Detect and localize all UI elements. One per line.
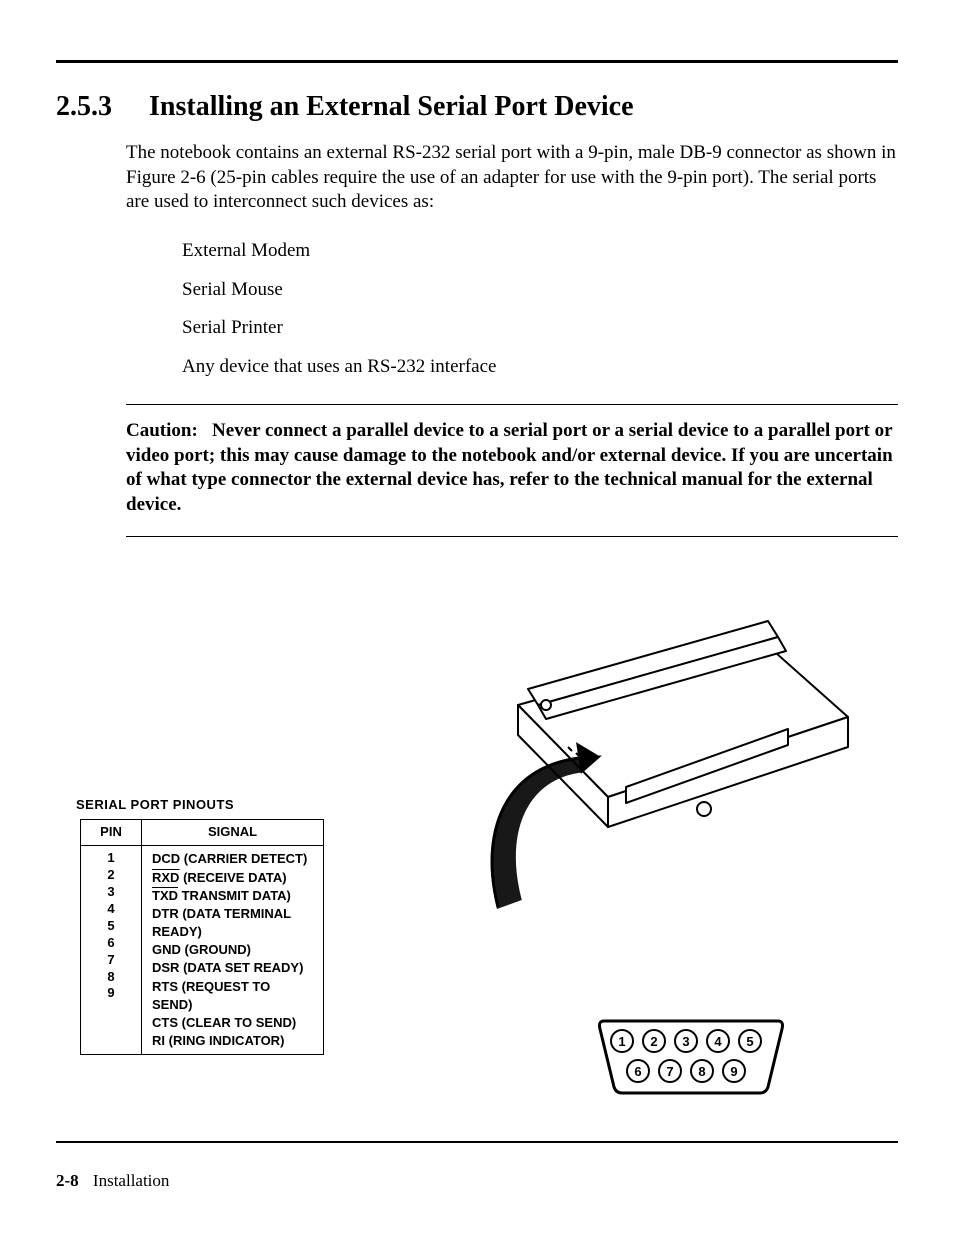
pinout-pin-col: 123 456 789 <box>81 846 142 1055</box>
list-item: Serial Mouse <box>182 278 898 303</box>
svg-text:2: 2 <box>650 1034 657 1049</box>
figure-area: SERIAL PORT PINOUTS PIN SIGNAL 123 456 7… <box>126 597 898 1097</box>
page-footer: 2-8 Installation <box>56 1171 169 1191</box>
svg-text:9: 9 <box>730 1064 737 1079</box>
footer-label: Installation <box>93 1171 169 1190</box>
list-item: Any device that uses an RS-232 interface <box>182 355 898 380</box>
pinout-header-pin: PIN <box>81 820 142 846</box>
bottom-rule <box>56 1141 898 1143</box>
list-item: Serial Printer <box>182 316 898 341</box>
pinout-header-signal: SIGNAL <box>142 820 324 846</box>
pinout-signal-col: DCD (CARRIER DETECT)RXD (RECEIVE DATA)TX… <box>142 846 324 1055</box>
db9-connector-icon: 1 2 3 4 5 6 7 8 9 <box>596 1017 786 1097</box>
svg-text:5: 5 <box>746 1034 753 1049</box>
caution-text: Never connect a parallel device to a ser… <box>126 420 893 515</box>
pinout-title: SERIAL PORT PINOUTS <box>76 797 324 814</box>
svg-text:7: 7 <box>666 1064 673 1079</box>
caution-bottom-rule <box>126 536 898 537</box>
caution-block: Caution: Never connect a parallel device… <box>126 419 898 518</box>
device-list: External Modem Serial Mouse Serial Print… <box>182 239 898 380</box>
page-number: 2-8 <box>56 1171 79 1190</box>
notebook-illustration <box>468 597 858 917</box>
list-item: External Modem <box>182 239 898 264</box>
svg-text:8: 8 <box>698 1064 705 1079</box>
svg-text:3: 3 <box>682 1034 689 1049</box>
svg-text:4: 4 <box>714 1034 722 1049</box>
section-number: 2.5.3 <box>56 91 142 123</box>
section-title: Installing an External Serial Port Devic… <box>149 91 634 122</box>
section-heading: 2.5.3 Installing an External Serial Port… <box>56 91 898 123</box>
pinout-table: PIN SIGNAL 123 456 789 DCD (CARRIER DETE… <box>80 819 324 1055</box>
intro-paragraph: The notebook contains an external RS-232… <box>126 141 898 215</box>
top-rule <box>56 60 898 63</box>
svg-text:1: 1 <box>618 1034 625 1049</box>
svg-text:6: 6 <box>634 1064 641 1079</box>
caution-top-rule <box>126 404 898 405</box>
caution-label: Caution: <box>126 420 198 441</box>
